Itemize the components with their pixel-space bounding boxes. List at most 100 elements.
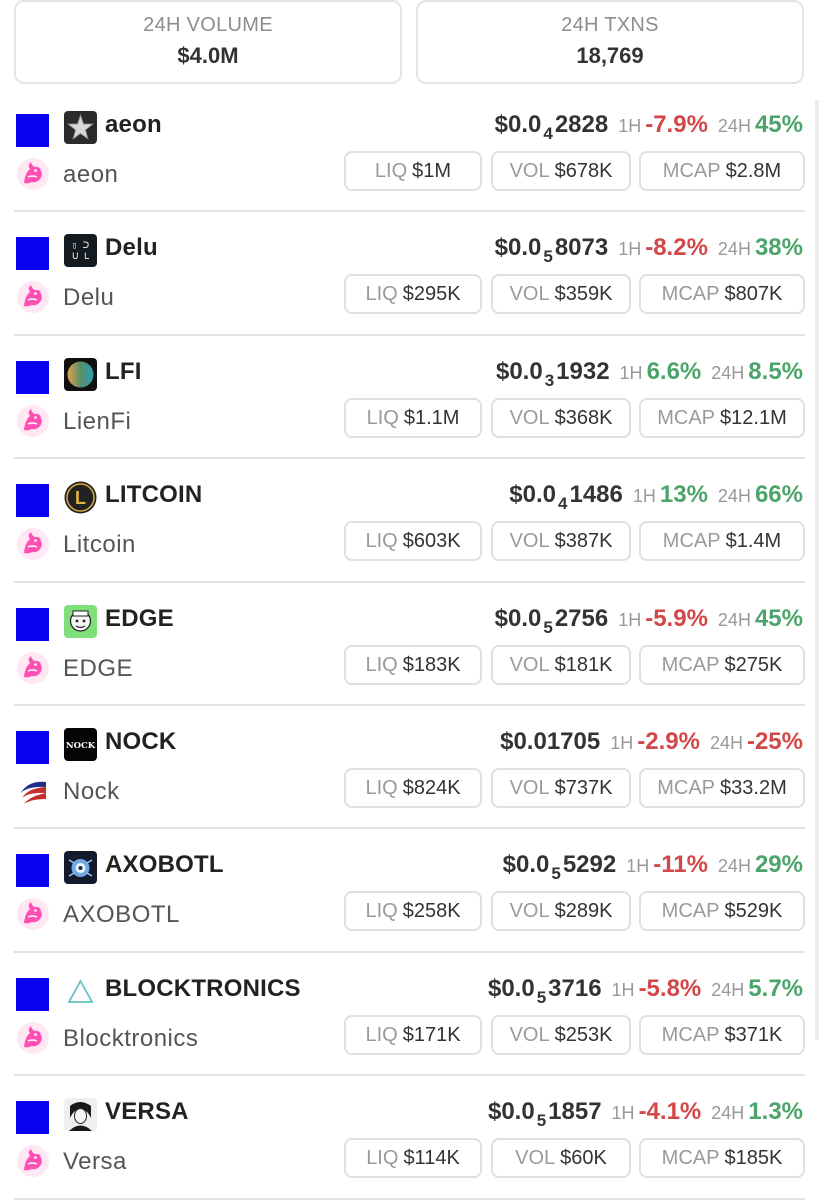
token-symbol[interactable]: AXOBOTL xyxy=(105,851,224,879)
token-row[interactable]: ▯ ᑐᑌ ᒪ Delu Delu $0.0 58073 1H -8.2% 24H 38% LIQ $… xyxy=(14,212,805,336)
price-zero-count: 5 xyxy=(536,1111,547,1131)
token-name: EDGE xyxy=(63,654,134,682)
volume-pill[interactable]: VOL $253K xyxy=(491,1014,631,1055)
token-row[interactable]: L LITCOIN Litcoin $0.0 41486 1H 13% 24H 66% LIQ $6… xyxy=(14,459,805,583)
vol-label: VOL xyxy=(509,776,550,799)
liquidity-pill[interactable]: LIQ $295K xyxy=(344,274,482,315)
market-cap-pill[interactable]: MCAP $185K xyxy=(639,1138,805,1179)
token-row[interactable]: VERSA Versa $0.0 51857 1H -4.1% 24H 1.3% LIQ $114… xyxy=(14,1076,805,1200)
liquidity-pill[interactable]: LIQ $258K xyxy=(344,891,482,932)
h1-label: 1H xyxy=(611,979,635,1000)
chain-square-icon xyxy=(16,114,49,147)
volume-pill[interactable]: VOL $181K xyxy=(491,644,631,685)
market-cap-pill[interactable]: MCAP $371K xyxy=(639,1014,805,1055)
h24-change: 29% xyxy=(754,851,803,879)
token-row[interactable]: AXOBOTL AXOBOTL $0.0 55292 1H -11% 24H 29% LIQ $2… xyxy=(14,829,805,953)
price-zero-count: 5 xyxy=(543,617,553,637)
chain-square-icon xyxy=(16,1101,49,1135)
price-bar: $0.0 52756 1H -5.9% 24H 45% xyxy=(495,605,803,638)
uniswap-icon xyxy=(16,1021,50,1055)
price-digits: 2828 xyxy=(554,111,609,138)
vol-label: VOL xyxy=(515,1147,556,1170)
volume-value: $4.0M xyxy=(177,43,239,68)
liquidity-pill[interactable]: LIQ $1.1M xyxy=(344,397,482,438)
price-prefix: $0.0 xyxy=(494,111,542,138)
h1-change: -4.1% xyxy=(638,1098,702,1126)
volume-pill[interactable]: VOL $60K xyxy=(491,1138,631,1179)
uniswap-icon xyxy=(16,280,50,314)
token-symbol[interactable]: LITCOIN xyxy=(105,481,202,509)
token-price: $0.0 55292 xyxy=(503,851,617,883)
uniswap-icon xyxy=(16,897,50,931)
vol-value: $181K xyxy=(554,653,613,676)
price-bar: $0.01705 1H -2.9% 24H -25% xyxy=(500,728,803,756)
h24-label: 24H xyxy=(717,609,751,630)
liquidity-pill[interactable]: LIQ $1M xyxy=(344,151,482,191)
h24-label: 24H xyxy=(711,1103,745,1124)
h1-change: -2.9% xyxy=(637,727,700,755)
liquidity-pill[interactable]: LIQ $824K xyxy=(344,767,482,808)
liq-label: LIQ xyxy=(365,530,398,553)
h24-change: 5.7% xyxy=(748,974,803,1002)
h24-label: 24H xyxy=(717,486,751,507)
price-digits: 8073 xyxy=(554,234,609,262)
h1-change: 6.6% xyxy=(646,357,702,385)
token-symbol[interactable]: BLOCKTRONICS xyxy=(105,975,301,1003)
token-price: $0.0 53716 xyxy=(488,975,602,1007)
volume-pill[interactable]: VOL $359K xyxy=(491,274,631,315)
vol-value: $368K xyxy=(554,406,613,429)
liquidity-pill[interactable]: LIQ $603K xyxy=(344,521,482,562)
h1-change: -7.9% xyxy=(645,111,708,138)
vol-value: $359K xyxy=(554,283,613,306)
token-symbol[interactable]: LFI xyxy=(105,358,142,386)
liquidity-pill[interactable]: LIQ $171K xyxy=(344,1014,482,1055)
scrollbar[interactable] xyxy=(815,100,819,1040)
token-row[interactable]: EDGE EDGE $0.0 52756 1H -5.9% 24H 45% LIQ $183K VO… xyxy=(14,583,805,706)
volume-pill[interactable]: VOL $678K xyxy=(491,151,631,191)
mcap-value: $185K xyxy=(724,1147,783,1170)
token-price: $0.01705 xyxy=(500,728,600,755)
market-cap-pill[interactable]: MCAP $275K xyxy=(639,644,805,685)
mcap-value: $529K xyxy=(724,900,783,923)
token-symbol[interactable]: aeon xyxy=(105,111,162,139)
liq-value: $1.1M xyxy=(403,406,460,429)
market-cap-pill[interactable]: MCAP $807K xyxy=(639,274,805,315)
nock-logo: NOCK xyxy=(64,727,97,761)
volume-pill[interactable]: VOL $737K xyxy=(491,767,631,808)
liq-value: $171K xyxy=(402,1023,461,1046)
liquidity-pill[interactable]: LIQ $183K xyxy=(344,644,482,685)
h24-change: 8.5% xyxy=(748,357,803,385)
h24-label: 24H xyxy=(717,856,751,877)
market-cap-pill[interactable]: MCAP $1.4M xyxy=(639,521,805,562)
txns-value: 18,769 xyxy=(576,43,644,68)
price-bar: $0.0 51857 1H -4.1% 24H 1.3% xyxy=(488,1098,803,1131)
price-bar: $0.0 31932 1H 6.6% 24H 8.5% xyxy=(496,358,803,391)
token-row[interactable]: BLOCKTRONICS Blocktronics $0.0 53716 1H -5.8%… xyxy=(14,953,805,1077)
volume-pill[interactable]: VOL $368K xyxy=(491,397,631,438)
token-symbol[interactable]: VERSA xyxy=(105,1098,189,1126)
token-row[interactable]: aeon aeon $0.0 42828 1H -7.9% 24H 45% LIQ $1M VOL $… xyxy=(14,89,805,213)
volume-pill[interactable]: VOL $387K xyxy=(491,521,631,562)
market-cap-pill[interactable]: MCAP $2.8M xyxy=(639,151,805,191)
chain-square-icon xyxy=(16,854,49,888)
market-cap-pill[interactable]: MCAP $529K xyxy=(639,891,805,932)
svg-text:L: L xyxy=(75,488,86,508)
liquidity-pill[interactable]: LIQ $114K xyxy=(344,1138,482,1179)
chain-square-icon xyxy=(16,607,49,641)
market-cap-pill[interactable]: MCAP $12.1M xyxy=(639,397,805,438)
uniswap-icon xyxy=(16,157,50,191)
h24-label: 24H xyxy=(717,116,751,136)
mcap-label: MCAP xyxy=(662,530,721,553)
market-cap-pill[interactable]: MCAP $33.2M xyxy=(639,767,805,808)
token-list: aeon aeon $0.0 42828 1H -7.9% 24H 45% LIQ $1M VOL $… xyxy=(0,89,819,1200)
token-row[interactable]: NOCK NOCK Nock $0.01705 1H -2.9% 24H -25% LIQ $82… xyxy=(14,706,805,830)
token-symbol[interactable]: NOCK xyxy=(105,728,176,756)
price-prefix: $0.01705 xyxy=(500,727,601,755)
volume-pill[interactable]: VOL $289K xyxy=(491,891,631,932)
token-row[interactable]: LFI LienFi $0.0 31932 1H 6.6% 24H 8.5% LIQ $1.1M V… xyxy=(14,336,805,460)
token-price: $0.0 58073 xyxy=(495,234,609,266)
token-symbol[interactable]: EDGE xyxy=(105,605,174,633)
token-symbol[interactable]: Delu xyxy=(105,234,158,262)
token-price: $0.0 41486 xyxy=(509,481,623,513)
face-logo xyxy=(64,604,97,638)
